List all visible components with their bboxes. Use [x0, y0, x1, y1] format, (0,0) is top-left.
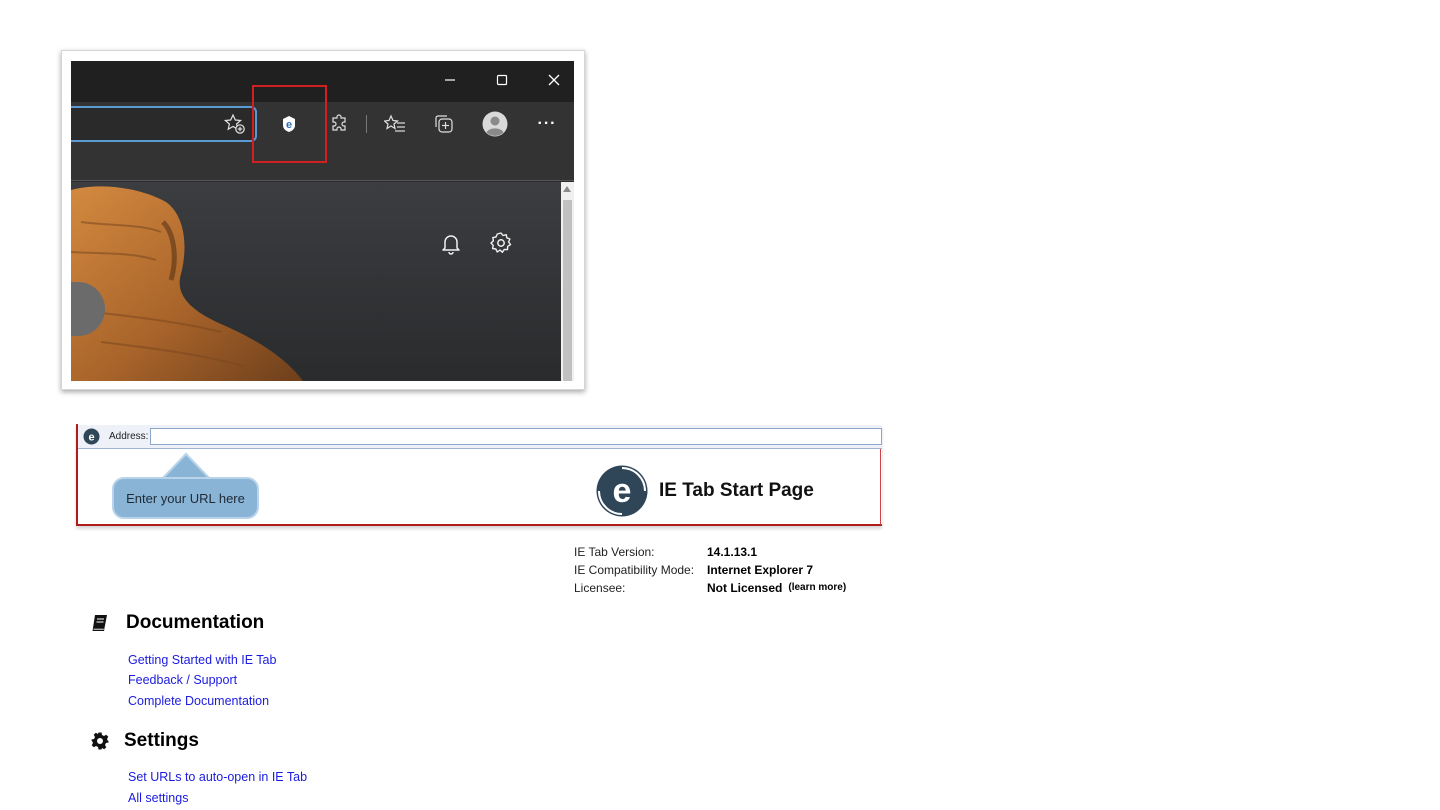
page-title: IE Tab Start Page [659, 480, 814, 501]
more-icon[interactable]: ··· [534, 111, 560, 137]
compat-label: IE Compatibility Mode: [574, 563, 695, 577]
all-settings-link[interactable]: All settings [128, 791, 188, 805]
compat-value: Internet Explorer 7 [707, 563, 814, 577]
feedback-support-link[interactable]: Feedback / Support [128, 673, 237, 687]
new-tab-page-content [71, 182, 561, 381]
bell-icon[interactable] [438, 230, 464, 256]
toolbar-divider [366, 115, 367, 133]
scroll-thumb[interactable] [563, 200, 572, 381]
version-value: 14.1.13.1 [707, 545, 758, 559]
ie-tab-header-right-border [880, 447, 881, 525]
ie-tab-logo-icon: e [596, 465, 648, 517]
close-button[interactable] [529, 61, 574, 99]
profile-icon[interactable] [482, 111, 508, 137]
minimize-button[interactable] [425, 61, 475, 99]
getting-started-link[interactable]: Getting Started with IE Tab [128, 653, 276, 667]
licensee-label: Licensee: [574, 581, 626, 595]
svg-text:e: e [613, 472, 632, 510]
version-info: IE Tab Version: 14.1.13.1 IE Compatibili… [574, 543, 846, 597]
vertical-scrollbar[interactable] [561, 182, 574, 381]
licensee-row: Licensee: Not Licensed (learn more) [574, 579, 846, 597]
favorites-icon[interactable] [382, 111, 408, 137]
address-input[interactable] [150, 428, 882, 445]
learn-more-link[interactable]: (learn more) [788, 579, 846, 597]
collections-icon[interactable] [431, 111, 457, 137]
minimize-icon [445, 79, 455, 81]
background-sphinx-image [71, 186, 303, 381]
gear-icon[interactable] [488, 230, 514, 256]
svg-text:e: e [88, 432, 94, 444]
more-label: ··· [537, 115, 557, 132]
ie-tab-logo-small-icon: e [83, 428, 100, 445]
auto-open-urls-link[interactable]: Set URLs to auto-open in IE Tab [128, 770, 307, 784]
close-icon [548, 74, 560, 86]
maximize-button[interactable] [477, 61, 527, 99]
complete-documentation-link[interactable]: Complete Documentation [128, 694, 269, 708]
settings-heading: Settings [124, 730, 199, 751]
gear-icon [91, 732, 109, 750]
scroll-up-arrow[interactable] [563, 186, 571, 192]
book-icon [92, 615, 107, 631]
version-row: IE Tab Version: 14.1.13.1 [574, 543, 846, 561]
compat-row: IE Compatibility Mode: Internet Explorer… [574, 561, 846, 579]
documentation-heading: Documentation [126, 612, 265, 633]
browser-window: e ··· [71, 61, 574, 381]
add-favorite-icon[interactable] [222, 111, 248, 137]
extensions-icon[interactable] [327, 111, 353, 137]
address-label: Address: [109, 431, 149, 442]
version-label: IE Tab Version: [574, 545, 655, 559]
ie-tab-icon-highlight [252, 85, 327, 163]
maximize-icon [496, 74, 508, 86]
licensee-value: Not Licensed [707, 581, 783, 595]
enter-url-callout: Enter your URL here [112, 477, 259, 519]
